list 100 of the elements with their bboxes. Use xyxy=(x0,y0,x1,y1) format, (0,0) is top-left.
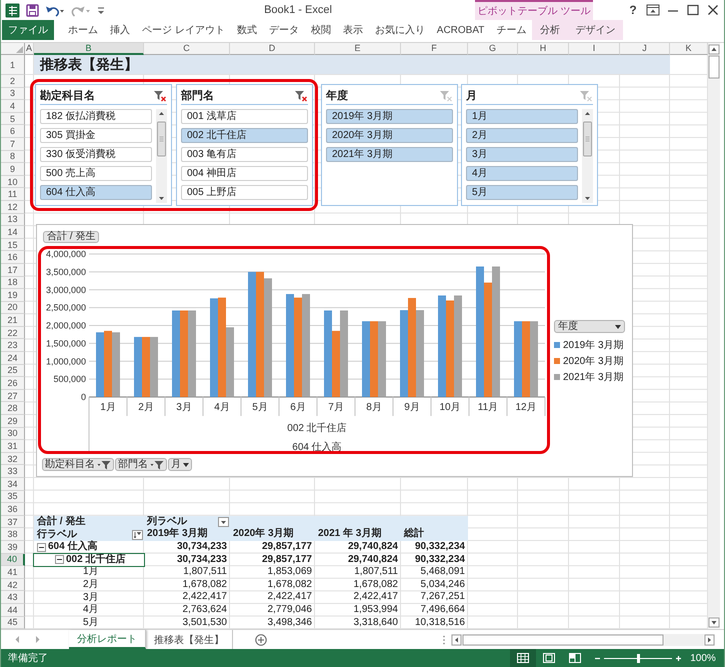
active-cell[interactable]: 002 北千住店 xyxy=(34,554,144,566)
row-header[interactable]: 3 xyxy=(1,88,25,100)
sort-filter-button[interactable] xyxy=(132,530,143,540)
row-header[interactable]: 20 xyxy=(1,302,25,314)
row-header[interactable]: 2 xyxy=(1,75,25,88)
row-header[interactable]: 21 xyxy=(1,314,25,327)
ribbon-tab[interactable]: ACROBAT xyxy=(430,20,490,40)
ribbon-tab[interactable]: ページ レイアウト xyxy=(136,20,231,40)
normal-view-button[interactable] xyxy=(510,649,536,667)
ribbon-tab[interactable]: ホーム xyxy=(62,20,104,40)
row-header[interactable]: 37 xyxy=(1,516,25,528)
row-header[interactable]: 36 xyxy=(1,503,25,516)
row-header[interactable]: 32 xyxy=(1,452,25,466)
row-header[interactable]: 40 xyxy=(1,554,25,566)
row-header[interactable]: 12 xyxy=(1,200,25,214)
legend-field-button[interactable]: 年度 xyxy=(554,320,625,333)
slicer-item[interactable]: 001 浅草店 xyxy=(181,109,308,124)
ribbon-tab[interactable]: 校閲 xyxy=(304,20,337,40)
slicer-item[interactable]: 004 神田店 xyxy=(181,166,308,181)
undo-icon[interactable] xyxy=(45,4,65,16)
ribbon-tab[interactable]: デザイン xyxy=(569,20,622,40)
clear-filter-icon[interactable] xyxy=(153,90,167,102)
row-header[interactable]: 44 xyxy=(1,604,25,617)
row-header[interactable]: 41 xyxy=(1,566,25,579)
row-header[interactable]: 17 xyxy=(1,264,25,276)
scrollbar[interactable] xyxy=(156,109,167,203)
slicer-item[interactable]: 500 売上高 xyxy=(40,166,152,181)
filter-button[interactable]: 勘定科目名 xyxy=(42,458,114,471)
slicer-item[interactable]: 1月 xyxy=(466,109,578,124)
row-header[interactable]: 10 xyxy=(1,176,25,188)
row-header[interactable]: 25 xyxy=(1,364,25,378)
row-header[interactable]: 6 xyxy=(1,125,25,138)
ribbon-tab[interactable]: 表示 xyxy=(336,20,369,40)
clear-filter-icon[interactable] xyxy=(294,90,308,102)
slicer-item[interactable]: 305 買掛金 xyxy=(40,128,152,143)
row-header[interactable]: 13 xyxy=(1,214,25,226)
slicer-item[interactable]: 2021年 3月期 xyxy=(326,147,453,162)
ribbon-tab[interactable]: 挿入 xyxy=(104,20,136,40)
column-header[interactable]: K xyxy=(670,43,708,55)
spreadsheet-app-icon[interactable] xyxy=(5,2,20,18)
save-icon[interactable] xyxy=(26,4,39,16)
row-header[interactable]: 16 xyxy=(1,251,25,264)
row-header[interactable]: 18 xyxy=(1,276,25,290)
column-header[interactable]: D xyxy=(230,43,315,55)
filter-dropdown-button[interactable] xyxy=(218,517,229,528)
row-header[interactable]: 26 xyxy=(1,377,25,390)
zoom-level[interactable]: 100% xyxy=(682,652,724,664)
add-sheet-icon[interactable] xyxy=(255,634,267,646)
row-header[interactable]: 35 xyxy=(1,490,25,504)
zoom-in-icon[interactable] xyxy=(675,654,682,662)
ribbon-tab[interactable]: 分析 xyxy=(534,20,566,40)
maximize-icon[interactable] xyxy=(686,4,700,16)
column-header[interactable]: F xyxy=(401,43,468,55)
slicer-item[interactable]: 005 上野店 xyxy=(181,185,308,200)
row-header[interactable]: 1 xyxy=(1,55,25,75)
slicer-item[interactable]: 4月 xyxy=(466,166,578,181)
row-header[interactable]: 27 xyxy=(1,390,25,402)
row-header[interactable]: 45 xyxy=(1,616,25,629)
column-header[interactable]: A xyxy=(25,43,34,55)
column-header[interactable]: G xyxy=(468,43,518,55)
slicer-item[interactable]: 003 亀有店 xyxy=(181,147,308,162)
column-header[interactable]: E xyxy=(315,43,401,55)
ribbon-tab[interactable]: お気に入り xyxy=(368,20,431,40)
horizontal-scrollbar[interactable] xyxy=(451,634,715,646)
slicer-item[interactable]: 182 仮払消費税 xyxy=(40,109,152,124)
row-header[interactable]: 29 xyxy=(1,415,25,428)
column-header[interactable]: C xyxy=(144,43,230,55)
slicer-item[interactable]: 604 仕入高 xyxy=(40,185,152,200)
collapse-icon[interactable] xyxy=(55,555,64,564)
slicer-item[interactable]: 3月 xyxy=(466,147,578,162)
slider-thumb[interactable] xyxy=(637,654,640,662)
row-header[interactable]: 19 xyxy=(1,289,25,302)
row-header[interactable]: 11 xyxy=(1,188,25,201)
close-icon[interactable] xyxy=(706,4,720,16)
column-header[interactable]: I xyxy=(569,43,620,55)
row-header[interactable]: 15 xyxy=(1,238,25,252)
filter-button[interactable]: 部門名 xyxy=(115,458,167,471)
vertical-scrollbar[interactable] xyxy=(708,43,720,629)
slicer-item[interactable]: 002 北千住店 xyxy=(181,128,308,143)
filter-button[interactable]: 月 xyxy=(168,458,192,471)
row-header[interactable]: 24 xyxy=(1,352,25,365)
row-header[interactable]: 8 xyxy=(1,150,25,164)
sheet-tab[interactable]: 分析レポート xyxy=(69,630,146,649)
help-button[interactable]: ? xyxy=(626,3,640,17)
row-header[interactable]: 31 xyxy=(1,440,25,453)
row-header[interactable]: 34 xyxy=(1,478,25,491)
row-header[interactable]: 23 xyxy=(1,339,25,352)
slicer-item[interactable]: 5月 xyxy=(466,185,578,200)
row-header[interactable]: 39 xyxy=(1,540,25,554)
row-header[interactable]: 38 xyxy=(1,528,25,541)
ribbon-tab[interactable]: データ xyxy=(262,20,305,40)
column-header[interactable]: H xyxy=(518,43,569,55)
ribbon-tab[interactable]: チーム xyxy=(490,20,532,40)
row-header[interactable]: 28 xyxy=(1,402,25,416)
row-header[interactable]: 33 xyxy=(1,465,25,478)
row-header[interactable]: 4 xyxy=(1,100,25,113)
slicer-item[interactable]: 2019年 3月期 xyxy=(326,109,453,124)
collapse-icon[interactable] xyxy=(37,542,46,552)
row-header[interactable]: 14 xyxy=(1,226,25,239)
ribbon-display-icon[interactable] xyxy=(646,4,660,16)
